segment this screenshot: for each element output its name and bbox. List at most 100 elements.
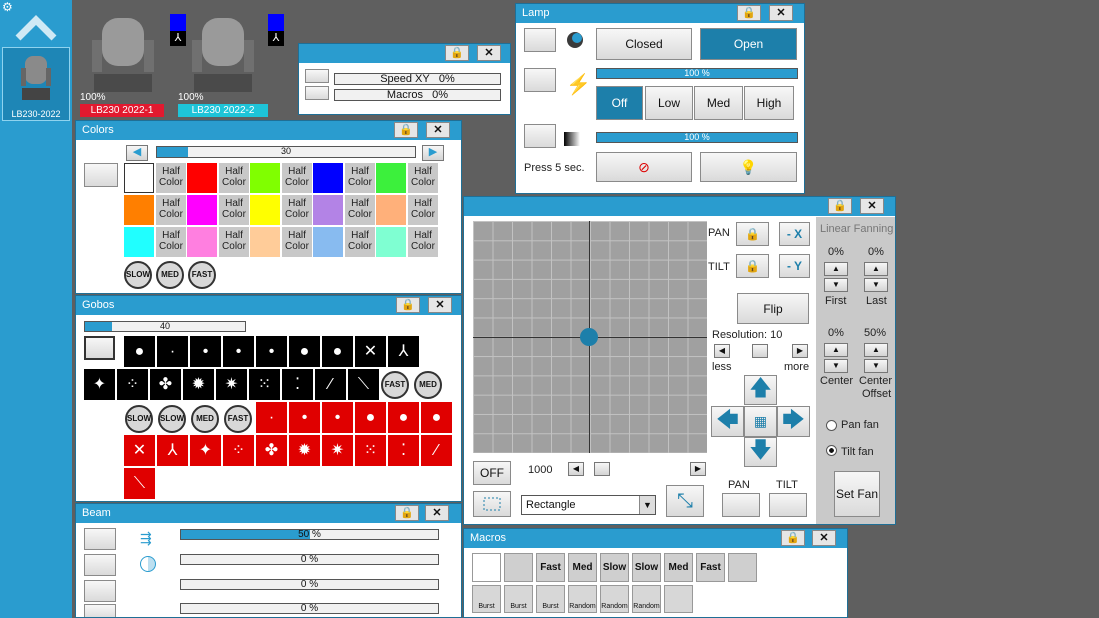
gobo-button[interactable]: ✕ (355, 336, 386, 367)
first-up-button[interactable]: ▲ (824, 262, 848, 276)
half-color-button[interactable]: Half Color (156, 227, 186, 257)
resolution-thumb[interactable] (752, 344, 768, 358)
beam-button-3[interactable] (84, 580, 116, 602)
lamp-open-button[interactable]: Open (700, 28, 797, 60)
set-fan-button[interactable]: Set Fan (834, 471, 880, 517)
macro-strobe-button[interactable]: Random (632, 585, 661, 613)
colors-next-button[interactable]: ▶ (422, 145, 444, 161)
beam-bar-4[interactable]: 0 % (180, 603, 439, 614)
pan-apply-button[interactable] (722, 493, 760, 517)
macro-button[interactable]: Med (568, 553, 597, 582)
move-up-button[interactable]: 🡅 (744, 375, 777, 405)
half-color-button[interactable]: Half Color (156, 163, 186, 193)
gobo-button[interactable]: ✕ (124, 435, 155, 466)
pan-lock-button[interactable]: 🔒 (736, 222, 769, 246)
gobo-button[interactable]: ✹ (289, 435, 320, 466)
tilt-apply-button[interactable] (769, 493, 807, 517)
gobo-speed-button[interactable]: SLOW (125, 405, 153, 433)
macro-strobe-button[interactable]: Burst (536, 585, 565, 613)
gobo-button[interactable]: • (289, 402, 320, 433)
flip-button[interactable]: Flip (737, 293, 809, 324)
close-icon[interactable]: ✕ (769, 5, 793, 21)
macro-button[interactable]: Med (664, 553, 693, 582)
color-swatch[interactable] (124, 195, 154, 225)
color-swatch[interactable] (187, 163, 217, 193)
lock-icon[interactable]: 🔒 (396, 297, 420, 313)
move-down-button[interactable]: 🡇 (744, 437, 777, 467)
gobo-button[interactable]: ✹ (183, 369, 214, 400)
shape-icon-button[interactable] (473, 491, 511, 517)
minus-y-button[interactable]: - Y (779, 254, 810, 278)
up-chevron-icon[interactable] (14, 8, 58, 44)
beam-bar-1[interactable]: 50 % (180, 529, 439, 540)
gobo-button[interactable]: ● (355, 402, 386, 433)
gobo-open-button[interactable] (84, 336, 115, 360)
gobo-button[interactable]: ⁙ (249, 369, 280, 400)
gobo-button[interactable]: ● (388, 402, 419, 433)
gradient-button[interactable] (524, 124, 556, 148)
gobo-button[interactable]: ✷ (216, 369, 247, 400)
first-down-button[interactable]: ▼ (824, 278, 848, 292)
close-icon[interactable]: ✕ (428, 297, 452, 313)
lamp-button[interactable] (524, 28, 556, 52)
color-swatch[interactable] (250, 195, 280, 225)
dimmer-button[interactable] (524, 68, 556, 92)
value-right-button[interactable]: ▶ (690, 462, 706, 476)
colors-prev-button[interactable]: ◀ (126, 145, 148, 161)
color-swatch[interactable] (313, 195, 343, 225)
gobo-button[interactable]: ● (421, 402, 452, 433)
close-icon[interactable]: ✕ (477, 45, 501, 61)
gobo-button[interactable]: ∕ (421, 435, 452, 466)
gobo-speed-fast[interactable]: FAST (381, 371, 409, 399)
gobo-button[interactable]: • (322, 402, 353, 433)
close-icon[interactable]: ✕ (812, 530, 836, 546)
color-swatch[interactable] (124, 227, 154, 257)
level-med-button[interactable]: Med (694, 86, 743, 120)
pantilt-grid[interactable] (473, 221, 707, 453)
color-swatch[interactable] (376, 195, 406, 225)
macro-button[interactable]: Fast (696, 553, 725, 582)
lamp-off-button[interactable]: ⊘ (596, 152, 692, 182)
color-swatch[interactable] (313, 227, 343, 257)
macro-strobe-button[interactable]: Burst (472, 585, 501, 613)
move-left-button[interactable]: 🡄 (711, 406, 744, 437)
gobo-button[interactable]: ⁚ (388, 435, 419, 466)
dimmer-bar[interactable]: 100 % (596, 68, 798, 79)
gobo-button[interactable]: ⅄ (157, 435, 188, 466)
dimmer2-bar[interactable]: 100 % (596, 132, 798, 143)
gobo-speed-med[interactable]: MED (414, 371, 442, 399)
beam-bar-2[interactable]: 0 % (180, 554, 439, 565)
gobo-button[interactable]: ∕ (315, 369, 346, 400)
macros-speed-button[interactable] (305, 86, 329, 100)
fixture-2[interactable]: 100% LB230 2022-2 (178, 12, 268, 118)
level-off-button[interactable]: Off (596, 86, 643, 120)
macro-button[interactable]: Fast (536, 553, 565, 582)
gobo-speed-button[interactable]: MED (191, 405, 219, 433)
tilt-lock-button[interactable]: 🔒 (736, 254, 769, 278)
value-left-button[interactable]: ◀ (568, 462, 584, 476)
half-color-button[interactable]: Half Color (345, 195, 375, 225)
half-color-button[interactable]: Half Color (282, 195, 312, 225)
lamp-closed-button[interactable]: Closed (596, 28, 692, 60)
macro-strobe-button[interactable]: Random (600, 585, 629, 613)
gobo-speed-button[interactable]: FAST (224, 405, 252, 433)
speed-xy-bar[interactable]: Speed XY 0% (334, 73, 501, 85)
speed-xy-button[interactable] (305, 69, 329, 83)
color-swatch[interactable] (376, 163, 406, 193)
lock-icon[interactable]: 🔒 (781, 530, 805, 546)
gobo-button[interactable]: ⅄ (388, 336, 419, 367)
macro-strobe-button[interactable] (664, 585, 693, 613)
gobo-button[interactable]: ● (124, 336, 155, 367)
lock-icon[interactable]: 🔒 (828, 198, 852, 214)
half-color-button[interactable]: Half Color (408, 227, 438, 257)
color-swatch[interactable] (250, 163, 280, 193)
half-color-button[interactable]: Half Color (282, 163, 312, 193)
beam-button-2[interactable] (84, 554, 116, 576)
half-color-button[interactable]: Half Color (408, 163, 438, 193)
color-speed-med[interactable]: MED (156, 261, 184, 289)
lock-icon[interactable]: 🔒 (445, 45, 469, 61)
color-speed-slow[interactable]: SLOW (124, 261, 152, 289)
center-offset-up-button[interactable]: ▲ (864, 343, 888, 357)
level-high-button[interactable]: High (744, 86, 794, 120)
macro-button[interactable]: Slow (600, 553, 629, 582)
